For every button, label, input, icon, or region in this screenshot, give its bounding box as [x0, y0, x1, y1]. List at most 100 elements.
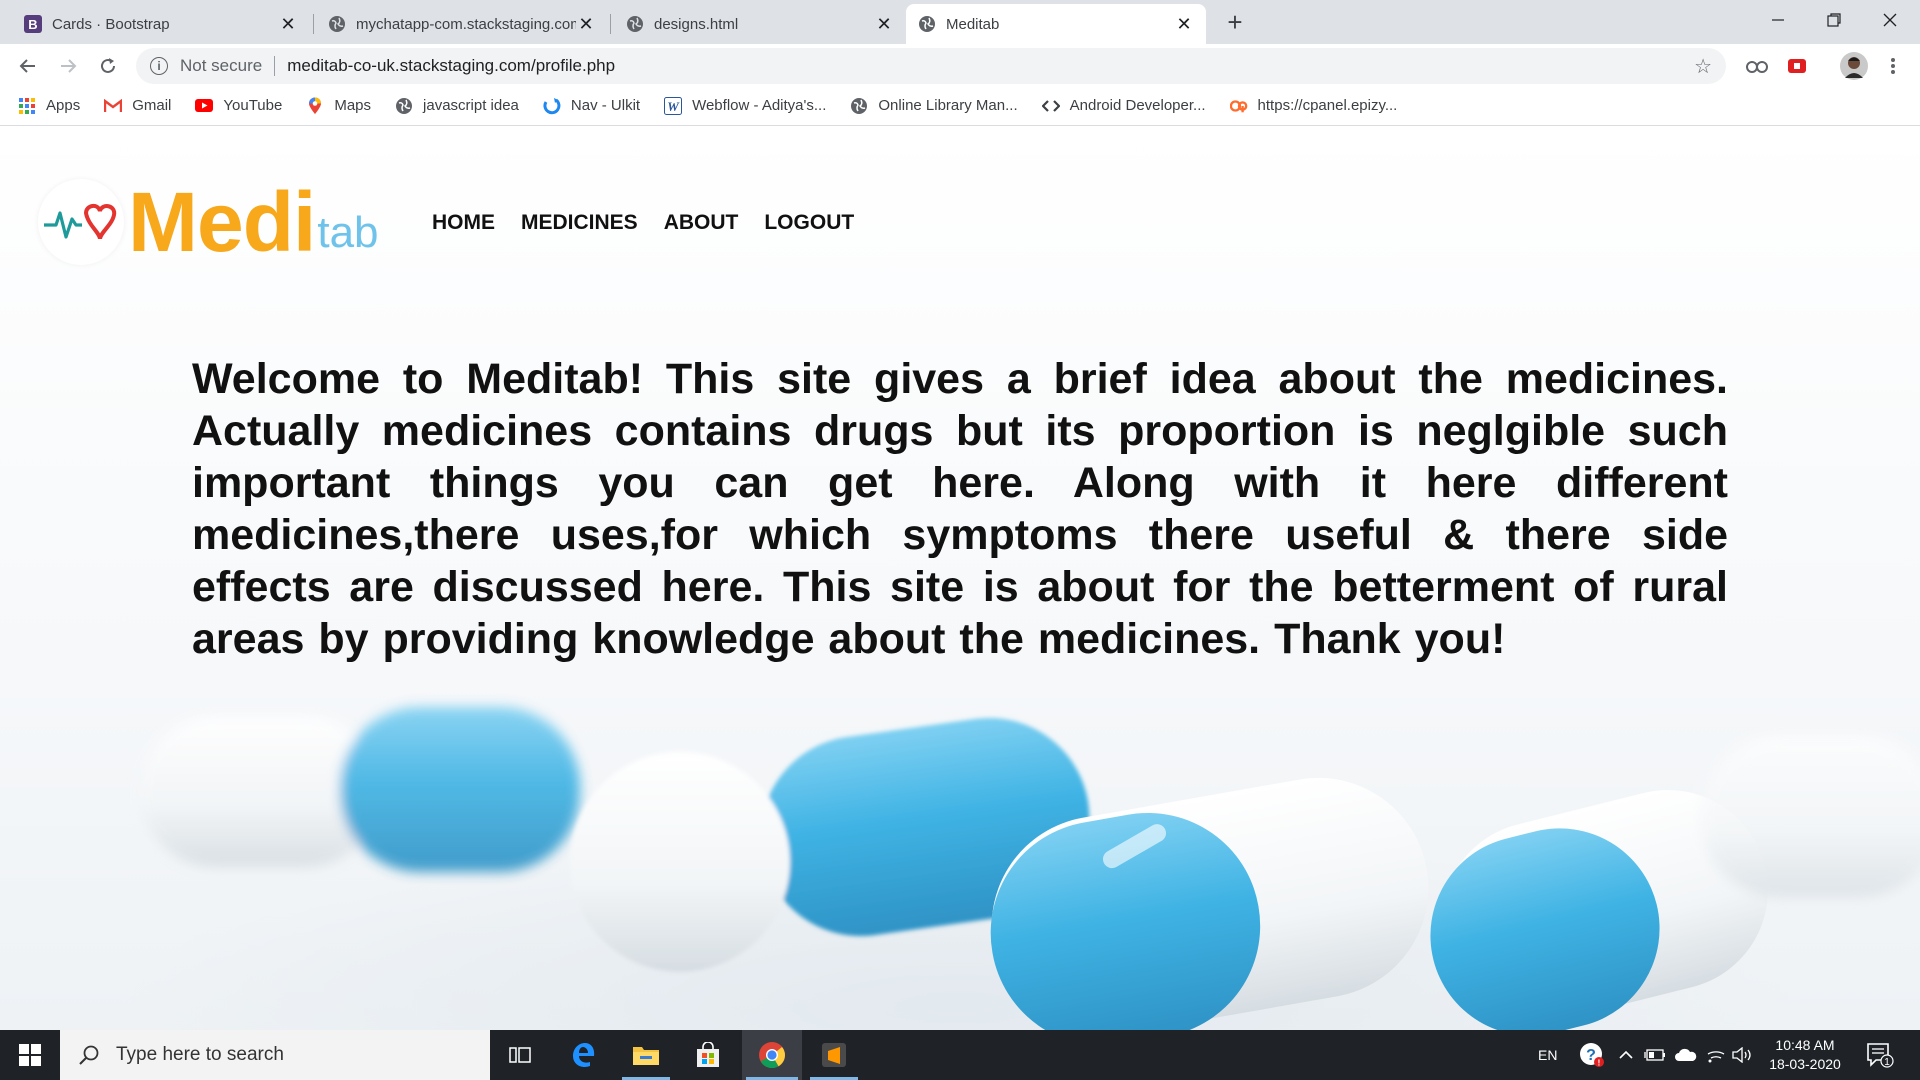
globe-icon: [850, 97, 868, 115]
welcome-paragraph: Welcome to Meditab! This site gives a br…: [192, 355, 1728, 663]
forward-arrow-icon: [61, 59, 77, 73]
maps-pin-icon: [306, 97, 324, 115]
close-tab-icon[interactable]: ✕: [874, 14, 894, 34]
language-indicator[interactable]: EN: [1538, 1030, 1557, 1080]
chrome-menu-icon[interactable]: [1882, 55, 1904, 77]
onedrive-cloud-icon[interactable]: [1674, 1030, 1698, 1080]
clock-time: 10:48 AM: [1775, 1037, 1835, 1053]
close-tab-icon[interactable]: ✕: [576, 14, 596, 34]
notification-count: 1: [1884, 1057, 1890, 1068]
tab-meditab[interactable]: Meditab ✕: [906, 4, 1206, 44]
address-bar[interactable]: i Not secure meditab-co-uk.stackstaging.…: [136, 48, 1726, 84]
bookmark-android-developer[interactable]: Android Developer...: [1041, 97, 1206, 115]
bookmark-label: Nav - Ulkit: [570, 97, 641, 114]
start-button[interactable]: [0, 1030, 60, 1080]
back-arrow-icon: [19, 59, 35, 73]
minimize-window-button[interactable]: [1748, 0, 1808, 40]
bookmark-label: javascript idea: [423, 97, 519, 114]
youtube-icon: [195, 97, 214, 115]
bookmark-webflow[interactable]: W Webflow - Aditya's...: [664, 96, 827, 115]
tab-mychatapp[interactable]: mychatapp-com.stackstaging.com ✕: [316, 4, 608, 44]
restore-window-button[interactable]: [1804, 0, 1864, 40]
bookmark-maps[interactable]: Maps: [306, 97, 371, 115]
clock-date: 18-03-2020: [1769, 1056, 1841, 1072]
battery-tray-icon[interactable]: [1644, 1030, 1666, 1080]
bookmark-javascript-idea[interactable]: javascript idea: [395, 97, 519, 115]
bookmark-label: Apps: [46, 97, 81, 114]
store-bag-icon: [697, 1042, 719, 1067]
shield-extension-icon[interactable]: [1786, 55, 1808, 77]
nav-logout-link[interactable]: LOGOUT: [764, 211, 854, 235]
browser-tab-strip: B Cards · Bootstrap ✕ mychatapp-com.stac…: [0, 0, 1920, 44]
reload-icon: [101, 58, 115, 73]
taskbar-chrome[interactable]: [742, 1030, 802, 1080]
url-text[interactable]: meditab-co-uk.stackstaging.com/profile.p…: [287, 56, 615, 76]
search-icon: [79, 1045, 99, 1065]
tab-cards-bootstrap[interactable]: B Cards · Bootstrap ✕: [12, 4, 310, 44]
nav-home-link[interactable]: HOME: [432, 211, 495, 235]
show-hidden-icons-button[interactable]: [1618, 1030, 1634, 1080]
bookmark-label: https://cpanel.epizy...: [1257, 97, 1398, 114]
bookmark-youtube[interactable]: YouTube: [195, 97, 282, 115]
action-center-button[interactable]: 1: [1866, 1030, 1894, 1080]
globe-icon: [328, 15, 346, 33]
reload-button[interactable]: [94, 52, 122, 80]
language-label: EN: [1538, 1047, 1558, 1063]
taskbar-sublime-text[interactable]: [806, 1030, 862, 1080]
profile-avatar[interactable]: [1840, 52, 1868, 80]
bookmark-cpanel[interactable]: https://cpanel.epizy...: [1229, 97, 1398, 115]
extension-icon[interactable]: [1746, 55, 1768, 77]
forward-button[interactable]: [54, 52, 82, 80]
task-view-button[interactable]: [492, 1030, 548, 1080]
close-window-button[interactable]: [1860, 0, 1920, 40]
browser-toolbar: i Not secure meditab-co-uk.stackstaging.…: [0, 44, 1920, 86]
new-tab-button[interactable]: +: [1222, 9, 1248, 36]
close-tab-icon[interactable]: ✕: [278, 14, 298, 34]
help-tray-icon[interactable]: ?!: [1578, 1030, 1606, 1080]
bookmark-star-icon[interactable]: ☆: [1694, 54, 1712, 79]
cpanel-icon: [1229, 97, 1248, 115]
bookmark-gmail[interactable]: Gmail: [104, 97, 171, 115]
logo-text-medi: Medi: [128, 175, 316, 269]
taskbar-clock[interactable]: 10:48 AM 18-03-2020: [1760, 1036, 1850, 1074]
bookmarks-bar: Apps Gmail YouTube Maps javascript idea …: [0, 86, 1920, 126]
globe-icon: [395, 97, 413, 115]
nav-about-link[interactable]: ABOUT: [664, 211, 739, 235]
search-placeholder: Type here to search: [116, 1044, 284, 1065]
bookmark-nav-ulkit[interactable]: Nav - Ulkit: [543, 97, 640, 115]
taskbar-search-box[interactable]: Type here to search: [60, 1030, 490, 1080]
globe-icon: [626, 15, 644, 33]
bookmark-label: YouTube: [223, 97, 283, 114]
bootstrap-icon: B: [24, 15, 42, 33]
page-viewport: Medi tab HOME MEDICINES ABOUT LOGOUT Wel…: [0, 127, 1920, 1030]
tab-designs[interactable]: designs.html ✕: [614, 4, 906, 44]
taskbar-file-explorer[interactable]: [618, 1030, 674, 1080]
volume-tray-icon[interactable]: [1732, 1030, 1754, 1080]
code-icon: [1041, 97, 1060, 115]
sublime-text-icon: [822, 1043, 846, 1067]
windows-logo-icon: [19, 1044, 41, 1066]
bookmark-label: Webflow - Aditya's...: [692, 97, 827, 114]
notification-icon: 1: [1867, 1043, 1894, 1068]
svg-text:B: B: [28, 17, 37, 32]
chevron-up-icon: [1619, 1050, 1633, 1059]
wifi-tray-icon[interactable]: [1706, 1030, 1726, 1080]
taskbar-edge[interactable]: [556, 1030, 612, 1080]
svg-text:!: !: [1598, 1059, 1601, 1068]
apps-grid-icon: [18, 97, 36, 115]
nav-medicines-link[interactable]: MEDICINES: [521, 211, 638, 235]
omnibox-divider: [274, 56, 276, 76]
bookmark-apps[interactable]: Apps: [18, 97, 80, 115]
site-logo[interactable]: Medi tab: [38, 179, 379, 265]
taskbar-store[interactable]: [680, 1030, 736, 1080]
close-tab-icon[interactable]: ✕: [1174, 14, 1194, 34]
tab-divider: [313, 14, 314, 34]
logo-text-tab: tab: [317, 208, 379, 257]
back-button[interactable]: [14, 52, 42, 80]
site-info-icon[interactable]: i: [150, 57, 168, 75]
bookmark-label: Maps: [334, 97, 372, 114]
main-navigation: HOME MEDICINES ABOUT LOGOUT: [432, 211, 854, 235]
bookmark-online-library[interactable]: Online Library Man...: [850, 97, 1018, 115]
tab-title: Meditab: [946, 15, 1000, 33]
security-label: Not secure: [180, 56, 263, 75]
